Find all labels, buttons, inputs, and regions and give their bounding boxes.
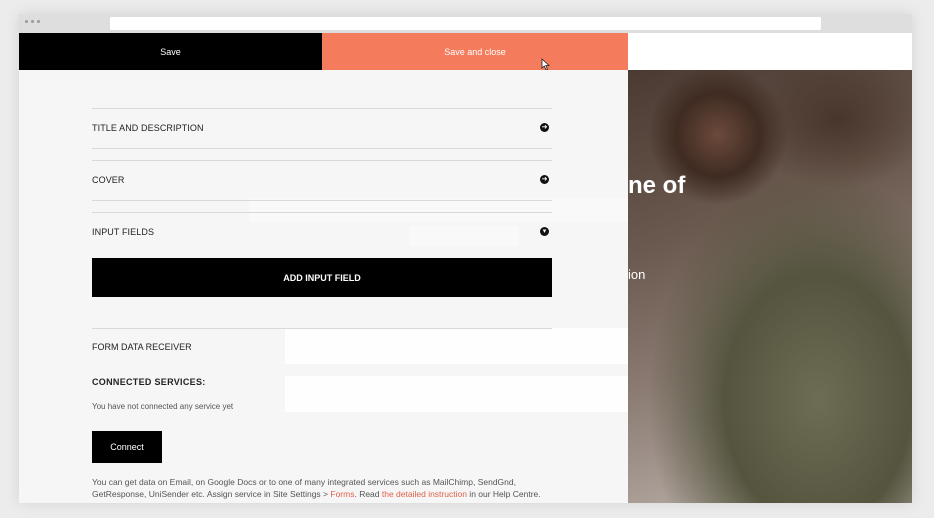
connected-services-heading: CONNECTED SERVICES: [92,377,206,387]
no-services-text: You have not connected any service yet [92,402,234,411]
form-settings-panel: TITLE AND DESCRIPTION ➜ COVER ➜ INPUT FI… [19,70,628,503]
preview-ghost-field [285,376,628,412]
section-cover[interactable]: COVER ➜ [92,160,552,201]
preview-subtext: ion [628,267,646,282]
window-dot-icon[interactable] [37,20,40,23]
divider [92,328,552,329]
save-button[interactable]: Save [19,33,322,70]
arrow-right-circle-icon[interactable]: ➜ [540,175,549,184]
add-input-field-button[interactable]: ADD INPUT FIELD [92,258,552,297]
save-and-close-button[interactable]: Save and close [322,33,628,70]
forms-link[interactable]: Forms [330,489,354,499]
site-preview: ne of ion [628,70,912,503]
form-data-receiver-label: FORM DATA RECEIVER [92,342,192,352]
address-bar[interactable] [110,17,821,30]
arrow-down-circle-icon[interactable]: ▾ [540,227,549,236]
help-text-part: in our Help Centre. [466,489,541,499]
browser-window: Save Save and close ne of ion TITLE AND … [19,14,912,503]
window-controls[interactable] [25,20,40,23]
help-text-part: . Read [354,489,382,499]
connect-button[interactable]: Connect [92,431,162,463]
arrow-right-circle-icon[interactable]: ➜ [540,123,549,132]
preview-heading: ne of [628,172,686,199]
section-label: INPUT FIELDS [92,227,155,237]
window-dot-icon[interactable] [31,20,34,23]
preview-ghost-field [285,328,628,364]
section-input-fields[interactable]: INPUT FIELDS ▾ [92,212,552,252]
window-dot-icon[interactable] [25,20,28,23]
detailed-instruction-link[interactable]: the detailed instruction [382,489,467,499]
section-label: COVER [92,175,125,185]
editor-toolbar: Save Save and close [19,33,912,71]
help-text: You can get data on Email, on Google Doc… [92,476,552,500]
section-title-and-description[interactable]: TITLE AND DESCRIPTION ➜ [92,108,552,149]
browser-titlebar [19,14,912,33]
section-label: TITLE AND DESCRIPTION [92,123,204,133]
